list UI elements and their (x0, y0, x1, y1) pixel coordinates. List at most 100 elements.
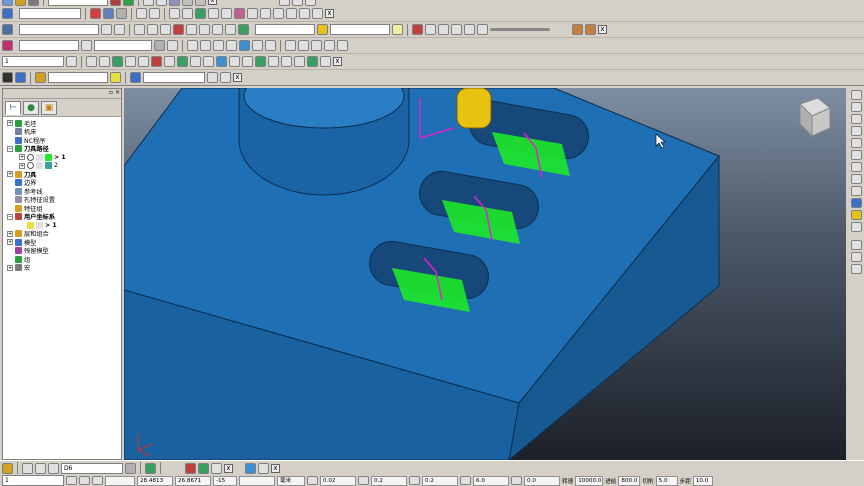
crown-icon[interactable] (317, 24, 328, 35)
simulate-icon[interactable] (208, 8, 219, 19)
speed-slider[interactable] (490, 28, 550, 31)
view-icon[interactable] (252, 40, 263, 51)
shade-icon[interactable] (207, 72, 218, 83)
undo-icon[interactable] (143, 0, 154, 6)
shade-icon[interactable] (203, 56, 214, 67)
status-offset[interactable]: 0.0 (524, 475, 560, 486)
toolbar-row-6-close-button[interactable]: x (233, 73, 242, 82)
tree-item-models[interactable]: + 模型 (7, 238, 121, 247)
open-icon[interactable] (15, 0, 26, 6)
toolbar-combo-1[interactable] (48, 0, 108, 6)
save-icon[interactable] (114, 24, 125, 35)
tree-item-machine[interactable]: 机床 (7, 128, 121, 136)
tree-item-nc-program[interactable]: NC程序 (7, 136, 121, 145)
arrow-icon[interactable] (225, 24, 236, 35)
expand-icon[interactable]: + (19, 162, 25, 169)
arrow-icon[interactable] (286, 8, 297, 19)
toolbar-row-2-close-button[interactable]: x (325, 9, 334, 18)
nc-icon[interactable] (412, 24, 423, 35)
rotate-icon[interactable] (850, 174, 862, 184)
view-side-icon[interactable] (850, 114, 862, 124)
new-icon[interactable] (101, 24, 112, 35)
cut-icon[interactable] (299, 8, 310, 19)
tool-holder-icon[interactable] (2, 462, 13, 474)
pin-icon[interactable]: ▫ (109, 89, 113, 96)
expand-icon[interactable]: + (7, 171, 13, 178)
status-tolerance-2[interactable]: 0.2 (371, 475, 407, 486)
shade-icon[interactable] (255, 56, 266, 67)
cross-icon[interactable] (90, 8, 101, 19)
light-icon[interactable] (850, 210, 862, 220)
shade-icon[interactable] (35, 462, 46, 474)
view-icon[interactable] (265, 40, 276, 51)
view-top-icon[interactable] (850, 90, 862, 100)
expand-icon[interactable]: + (19, 154, 25, 161)
shade-icon[interactable] (164, 56, 175, 67)
tree-item-pattern[interactable]: 参考线 (7, 187, 121, 196)
bottom-toolbar-close-button[interactable]: x (224, 463, 233, 473)
arrow-icon[interactable] (305, 0, 316, 6)
next-icon[interactable] (464, 24, 475, 35)
program-combo[interactable]: 1 (2, 56, 64, 67)
shade-icon[interactable] (242, 56, 253, 67)
machine-icon[interactable] (130, 72, 141, 83)
shade-icon[interactable] (151, 56, 162, 67)
shade-icon[interactable] (307, 56, 318, 67)
refresh-icon[interactable] (260, 8, 271, 19)
tool-combo[interactable] (19, 24, 99, 35)
delete-icon[interactable] (173, 24, 184, 35)
paste-icon[interactable] (160, 24, 171, 35)
edit-icon[interactable] (258, 462, 269, 474)
check-icon[interactable] (247, 8, 258, 19)
gear-icon[interactable] (103, 8, 114, 19)
shape-icon[interactable] (238, 24, 249, 35)
shade-icon[interactable] (177, 56, 188, 67)
shade-icon[interactable] (48, 462, 59, 474)
shade-icon[interactable] (86, 56, 97, 67)
redo-icon[interactable] (156, 0, 167, 6)
status-icon[interactable] (92, 476, 103, 485)
status-spindle-speed[interactable]: 10000.0 (575, 475, 604, 486)
tree-item-toolpath-1[interactable]: + > 1 (7, 153, 121, 162)
view-cube-icon[interactable] (799, 97, 831, 138)
pattern-combo[interactable] (330, 24, 390, 35)
file-icon[interactable] (2, 0, 13, 6)
status-diameter[interactable]: 6.0 (473, 475, 509, 486)
shade-icon[interactable] (22, 462, 33, 474)
first-icon[interactable] (425, 24, 436, 35)
shade-icon[interactable] (99, 56, 110, 67)
measure-icon[interactable] (850, 252, 862, 262)
model-icon[interactable] (2, 40, 13, 51)
prev-icon[interactable] (438, 24, 449, 35)
view-icon[interactable] (226, 40, 237, 51)
tree-item-levels[interactable]: + 层和组合 (7, 230, 121, 238)
zoom-in-icon[interactable] (850, 138, 862, 148)
edit-icon[interactable] (324, 40, 335, 51)
bulb-icon[interactable] (392, 24, 403, 35)
tree-item-workplanes[interactable]: − 用户坐标系 (7, 213, 121, 221)
status-icon[interactable] (79, 476, 90, 485)
tree-item-macros[interactable]: + 宏 (7, 264, 121, 272)
new-icon[interactable] (81, 40, 92, 51)
pan-icon[interactable] (195, 0, 206, 6)
tree-item-groups[interactable]: 组 (7, 255, 121, 264)
shade-icon[interactable] (281, 56, 292, 67)
edit-icon[interactable] (337, 40, 348, 51)
sphere-icon[interactable] (125, 462, 136, 474)
status-tolerance-3[interactable]: 0.2 (422, 475, 458, 486)
play-icon[interactable] (451, 24, 462, 35)
simulate-icon[interactable] (145, 462, 156, 474)
close-icon[interactable] (850, 264, 862, 274)
edit-icon[interactable] (245, 462, 256, 474)
view-icon[interactable] (213, 40, 224, 51)
star-icon[interactable] (110, 72, 121, 83)
status-feed-rate[interactable]: 800.0 (618, 475, 641, 486)
pan-icon[interactable] (850, 186, 862, 196)
workplane-combo[interactable] (19, 8, 81, 19)
tree-item-stock[interactable]: + 毛坯 (7, 119, 121, 128)
curve-icon[interactable] (169, 8, 180, 19)
zoom-fit-icon[interactable] (850, 162, 862, 172)
calculator-icon[interactable] (2, 72, 13, 83)
grid-icon[interactable] (850, 222, 862, 232)
toolbar-row-1-close-button[interactable]: x (208, 0, 217, 5)
